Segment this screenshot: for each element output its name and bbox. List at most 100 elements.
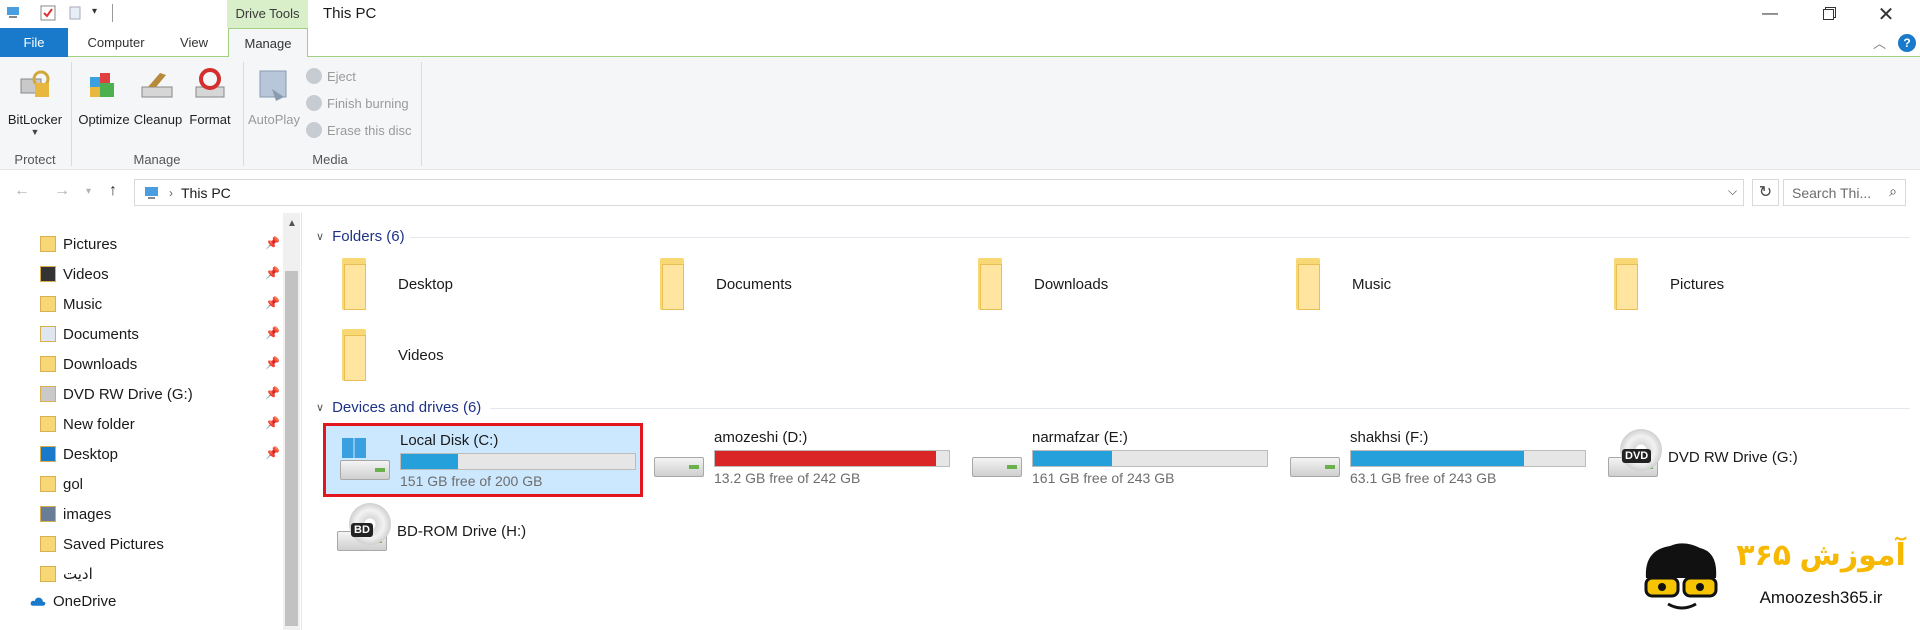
nav-item-onedrive[interactable]: OneDrive bbox=[30, 586, 116, 616]
tab-manage[interactable]: Manage bbox=[228, 28, 308, 58]
folder-item[interactable]: Downloads bbox=[976, 258, 1108, 310]
address-bar[interactable]: › This PC bbox=[134, 179, 1744, 206]
optimize-button[interactable]: Optimize bbox=[76, 65, 132, 127]
group-separator bbox=[71, 62, 72, 166]
nav-item[interactable]: gol bbox=[40, 469, 83, 499]
erase-disc-icon bbox=[306, 122, 322, 138]
erase-disc-label: Erase this disc bbox=[327, 122, 412, 138]
pin-icon[interactable]: 📌 bbox=[265, 296, 280, 310]
folder-label: Music bbox=[1352, 275, 1392, 293]
images-folder-icon bbox=[40, 506, 56, 522]
recent-locations-icon[interactable]: ▾ bbox=[86, 186, 91, 197]
folder-item[interactable]: Desktop bbox=[340, 258, 453, 310]
documents-folder-icon bbox=[658, 258, 706, 310]
nav-item-label: Saved Pictures bbox=[63, 535, 164, 553]
pin-icon[interactable]: 📌 bbox=[265, 266, 280, 280]
drive-item[interactable]: narmafzar (E:) 161 GB free of 243 GB bbox=[958, 423, 1278, 497]
nav-item[interactable]: Saved Pictures bbox=[40, 529, 164, 559]
address-dropdown-icon[interactable]: ⌵ bbox=[1728, 184, 1737, 199]
pin-icon[interactable]: 📌 bbox=[265, 356, 280, 370]
nav-item[interactable]: Desktop bbox=[40, 439, 118, 469]
nav-item[interactable]: New folder bbox=[40, 409, 135, 439]
finish-burning-button[interactable]: Finish burning bbox=[306, 95, 409, 111]
search-input[interactable]: Search Thi... ⌕ bbox=[1783, 179, 1906, 206]
drive-name: narmafzar (E:) bbox=[1032, 429, 1128, 446]
folder-item[interactable]: Videos bbox=[340, 329, 444, 381]
nav-scrollbar-thumb[interactable] bbox=[285, 271, 298, 626]
group-protect: Protect bbox=[14, 152, 56, 167]
nav-item[interactable]: Pictures bbox=[40, 229, 117, 259]
back-arrow-icon[interactable]: ← bbox=[14, 182, 30, 200]
format-label: Format bbox=[189, 112, 231, 127]
pin-icon[interactable]: 📌 bbox=[265, 446, 280, 460]
folder-label: Pictures bbox=[1670, 275, 1725, 293]
drive-item[interactable]: shakhsi (F:) 63.1 GB free of 243 GB bbox=[1276, 423, 1596, 497]
bluray-drive-icon: BD bbox=[333, 503, 391, 559]
eject-button[interactable]: Eject bbox=[306, 68, 356, 84]
drive-item[interactable]: DVD DVD RW Drive (G:) bbox=[1594, 423, 1914, 497]
nav-item-label: DVD RW Drive (G:) bbox=[63, 385, 193, 403]
properties-icon[interactable] bbox=[40, 5, 56, 21]
minimize-button[interactable]: — bbox=[1742, 0, 1798, 28]
pin-icon[interactable]: 📌 bbox=[265, 386, 280, 400]
collapse-ribbon-icon[interactable]: ︿ bbox=[1873, 33, 1886, 52]
drive-name: amozeshi (D:) bbox=[714, 429, 808, 446]
nav-item[interactable]: Downloads bbox=[40, 349, 137, 379]
pin-icon[interactable]: 📌 bbox=[265, 416, 280, 430]
nav-item[interactable]: images bbox=[40, 499, 111, 529]
folder-label: Downloads bbox=[1034, 275, 1109, 293]
forward-arrow-icon[interactable]: → bbox=[54, 182, 70, 200]
folder-label: Documents bbox=[716, 275, 792, 293]
nav-item[interactable]: Music bbox=[40, 289, 102, 319]
bitlocker-button[interactable]: BitLocker ▼ bbox=[6, 65, 64, 137]
folder-item[interactable]: Music bbox=[1294, 258, 1391, 310]
drive-name: DVD RW Drive (G:) bbox=[1668, 449, 1798, 466]
drive-item[interactable]: amozeshi (D:) 13.2 GB free of 242 GB bbox=[640, 423, 960, 497]
hard-drive-icon bbox=[968, 445, 1022, 485]
videos-folder-icon bbox=[340, 329, 388, 381]
nav-item[interactable]: Videos bbox=[40, 259, 109, 289]
videos-folder-icon bbox=[40, 266, 56, 282]
logo-url-text: Amoozesh365.ir bbox=[1759, 588, 1883, 607]
devices-section-header[interactable]: ∨ Devices and drives (6) bbox=[316, 399, 481, 416]
format-button[interactable]: Format bbox=[184, 65, 236, 127]
restore-icon bbox=[1822, 8, 1834, 20]
downloads-folder-icon bbox=[40, 356, 56, 372]
autoplay-button[interactable]: AutoPlay bbox=[247, 65, 301, 127]
drive-item[interactable]: Local Disk (C:) 151 GB free of 200 GB bbox=[323, 423, 643, 497]
drive-usage-bar bbox=[1032, 450, 1268, 467]
close-button[interactable]: ✕ bbox=[1858, 0, 1914, 28]
tab-view[interactable]: View bbox=[170, 28, 218, 57]
pane-divider[interactable] bbox=[301, 213, 302, 630]
tab-file[interactable]: File bbox=[0, 28, 68, 57]
nav-item-label: Downloads bbox=[63, 355, 138, 373]
folders-section-header[interactable]: ∨ Folders (6) bbox=[316, 228, 405, 245]
pc-icon bbox=[145, 186, 158, 199]
dvd-drive-icon: DVD bbox=[1604, 429, 1662, 485]
nav-item[interactable]: Documents bbox=[40, 319, 139, 349]
folder-item[interactable]: Pictures bbox=[1612, 258, 1724, 310]
nav-item[interactable]: ادیت bbox=[40, 559, 93, 589]
nav-item[interactable]: DVD RW Drive (G:) bbox=[40, 379, 193, 409]
folder-item[interactable]: Documents bbox=[658, 258, 792, 310]
help-icon[interactable]: ? bbox=[1898, 34, 1916, 52]
new-folder-icon[interactable] bbox=[68, 5, 84, 21]
up-arrow-icon[interactable]: ↑ bbox=[109, 182, 117, 200]
customize-quick-access-icon[interactable]: ▾ bbox=[92, 6, 97, 17]
tab-computer[interactable]: Computer bbox=[80, 28, 152, 57]
drive-item[interactable]: BD BD-ROM Drive (H:) bbox=[323, 497, 643, 571]
drive-free-space: 151 GB free of 200 GB bbox=[400, 473, 543, 489]
drive-free-space: 161 GB free of 243 GB bbox=[1032, 470, 1175, 486]
nav-item-label: Pictures bbox=[63, 235, 118, 253]
erase-disc-button[interactable]: Erase this disc bbox=[306, 122, 412, 138]
cleanup-button[interactable]: Cleanup bbox=[132, 65, 184, 127]
breadcrumb-this-pc[interactable]: This PC bbox=[181, 185, 231, 201]
pin-icon[interactable]: 📌 bbox=[265, 236, 280, 250]
refresh-icon[interactable]: ↻ bbox=[1752, 179, 1779, 206]
section-divider bbox=[490, 408, 1910, 409]
scroll-up-icon[interactable]: ▲ bbox=[287, 218, 297, 229]
maximize-button[interactable] bbox=[1800, 0, 1856, 28]
burn-icon bbox=[306, 95, 322, 111]
pin-icon[interactable]: 📌 bbox=[265, 326, 280, 340]
hard-drive-icon bbox=[1286, 445, 1340, 485]
